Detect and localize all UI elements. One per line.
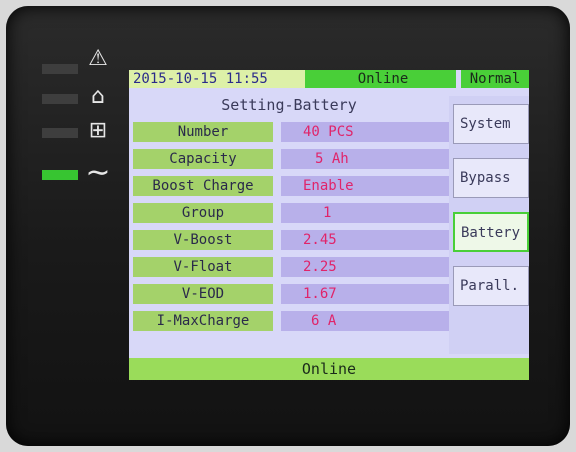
bottom-status-bar: Online bbox=[129, 358, 529, 380]
ac-mains-led bbox=[42, 170, 78, 180]
setting-value[interactable]: 2.45 bbox=[281, 230, 461, 250]
setting-value[interactable]: 2.25 bbox=[281, 257, 461, 277]
setting-row-group[interactable]: Group 1 bbox=[133, 203, 481, 223]
menu-item-bypass[interactable]: Bypass bbox=[453, 158, 529, 198]
bypass-led bbox=[42, 94, 78, 104]
warning-icon: ⚠ bbox=[88, 46, 108, 71]
menu-column: System Bypass Battery Parall. bbox=[449, 96, 529, 354]
setting-row-v-float[interactable]: V-Float 2.25 bbox=[133, 257, 461, 277]
menu-item-parallel[interactable]: Parall. bbox=[453, 266, 529, 306]
setting-label: Number bbox=[133, 122, 273, 142]
online-state: Online bbox=[305, 70, 461, 88]
setting-label: Boost Charge bbox=[133, 176, 273, 196]
setting-row-capacity[interactable]: Capacity 5 Ah bbox=[133, 149, 473, 169]
menu-item-system[interactable]: System bbox=[453, 104, 529, 144]
setting-row-v-boost[interactable]: V-Boost 2.45 bbox=[133, 230, 461, 250]
setting-label: V-Float bbox=[133, 257, 273, 277]
setting-row-number[interactable]: Number 40 PCS bbox=[133, 122, 461, 142]
mode-indicator: Normal bbox=[461, 70, 529, 88]
setting-label: Group bbox=[133, 203, 273, 223]
setting-value[interactable]: 40 PCS bbox=[281, 122, 461, 142]
lcd-screen: 2015-10-15 11:55 Online Normal Setting-B… bbox=[129, 70, 529, 380]
setting-value[interactable]: 5 Ah bbox=[281, 149, 473, 169]
page-title: Setting-Battery bbox=[221, 96, 357, 114]
setting-value[interactable]: Enable bbox=[281, 176, 461, 196]
menu-item-battery[interactable]: Battery bbox=[453, 212, 529, 252]
setting-label: Capacity bbox=[133, 149, 273, 169]
bypass-icon: ⌂ bbox=[91, 84, 105, 109]
battery-led bbox=[42, 128, 78, 138]
setting-value[interactable]: 6 A bbox=[281, 311, 469, 331]
top-status-bar: 2015-10-15 11:55 Online Normal bbox=[129, 70, 529, 88]
setting-label: I-MaxCharge bbox=[133, 311, 273, 331]
setting-label: V-EOD bbox=[133, 284, 273, 304]
ac-mains-icon: ∼ bbox=[85, 155, 111, 190]
setting-row-boost-charge[interactable]: Boost Charge Enable bbox=[133, 176, 461, 196]
setting-value[interactable]: 1.67 bbox=[281, 284, 461, 304]
setting-row-i-maxcharge[interactable]: I-MaxCharge 6 A bbox=[133, 311, 469, 331]
setting-row-v-eod[interactable]: V-EOD 1.67 bbox=[133, 284, 461, 304]
battery-icon: ⊞ bbox=[88, 118, 108, 143]
setting-label: V-Boost bbox=[133, 230, 273, 250]
datetime: 2015-10-15 11:55 bbox=[129, 70, 305, 88]
warning-led bbox=[42, 64, 78, 74]
